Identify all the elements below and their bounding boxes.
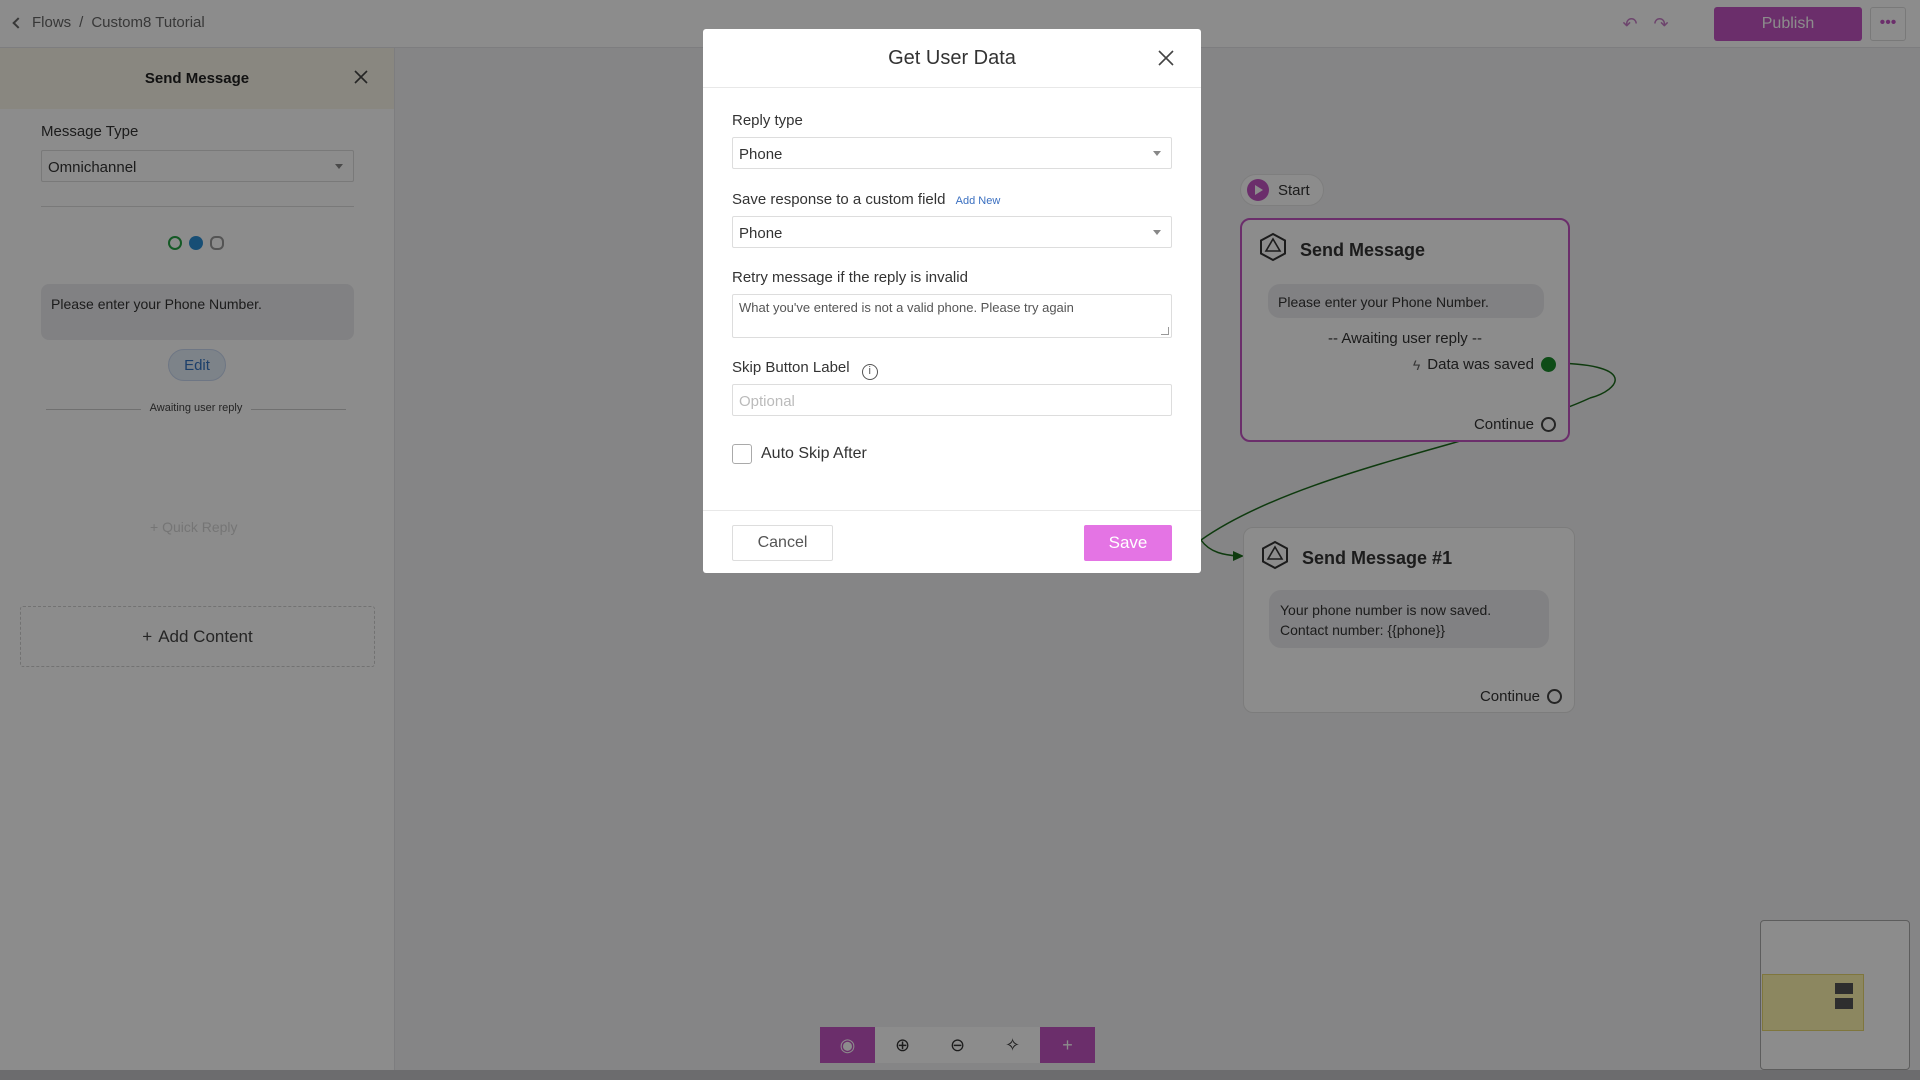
save-button[interactable]: Save bbox=[1084, 525, 1172, 561]
save-field-label: Save response to a custom field bbox=[732, 191, 946, 208]
caret-down-icon bbox=[1153, 230, 1161, 235]
retry-message-textarea[interactable]: What you've entered is not a valid phone… bbox=[732, 294, 1172, 338]
auto-skip-checkbox-row[interactable]: Auto Skip After bbox=[732, 444, 867, 464]
bottom-strip bbox=[0, 1070, 1920, 1080]
custom-field-value: Phone bbox=[739, 225, 783, 242]
skip-button-label: Skip Button Label bbox=[732, 359, 850, 376]
close-icon[interactable] bbox=[1157, 49, 1175, 67]
skip-label-row: Skip Button Label i bbox=[732, 359, 878, 380]
retry-message-label: Retry message if the reply is invalid bbox=[732, 269, 968, 286]
add-new-link[interactable]: Add New bbox=[956, 195, 1001, 207]
modal-title: Get User Data bbox=[888, 46, 1016, 69]
caret-down-icon bbox=[1153, 151, 1161, 156]
skip-button-input[interactable]: Optional bbox=[732, 384, 1172, 416]
reply-type-value: Phone bbox=[739, 146, 783, 163]
auto-skip-checkbox[interactable] bbox=[732, 444, 752, 464]
cancel-button[interactable]: Cancel bbox=[732, 525, 833, 561]
reply-type-select[interactable]: Phone bbox=[732, 137, 1172, 169]
modal-footer: Cancel Save bbox=[703, 510, 1201, 573]
modal-header: Get User Data bbox=[703, 29, 1201, 88]
custom-field-select[interactable]: Phone bbox=[732, 216, 1172, 248]
reply-type-label: Reply type bbox=[732, 112, 803, 129]
auto-skip-label: Auto Skip After bbox=[761, 445, 867, 462]
save-field-label-row: Save response to a custom field Add New bbox=[732, 191, 1000, 208]
get-user-data-modal: Get User Data Reply type Phone Save resp… bbox=[703, 29, 1201, 573]
info-icon[interactable]: i bbox=[861, 364, 878, 380]
